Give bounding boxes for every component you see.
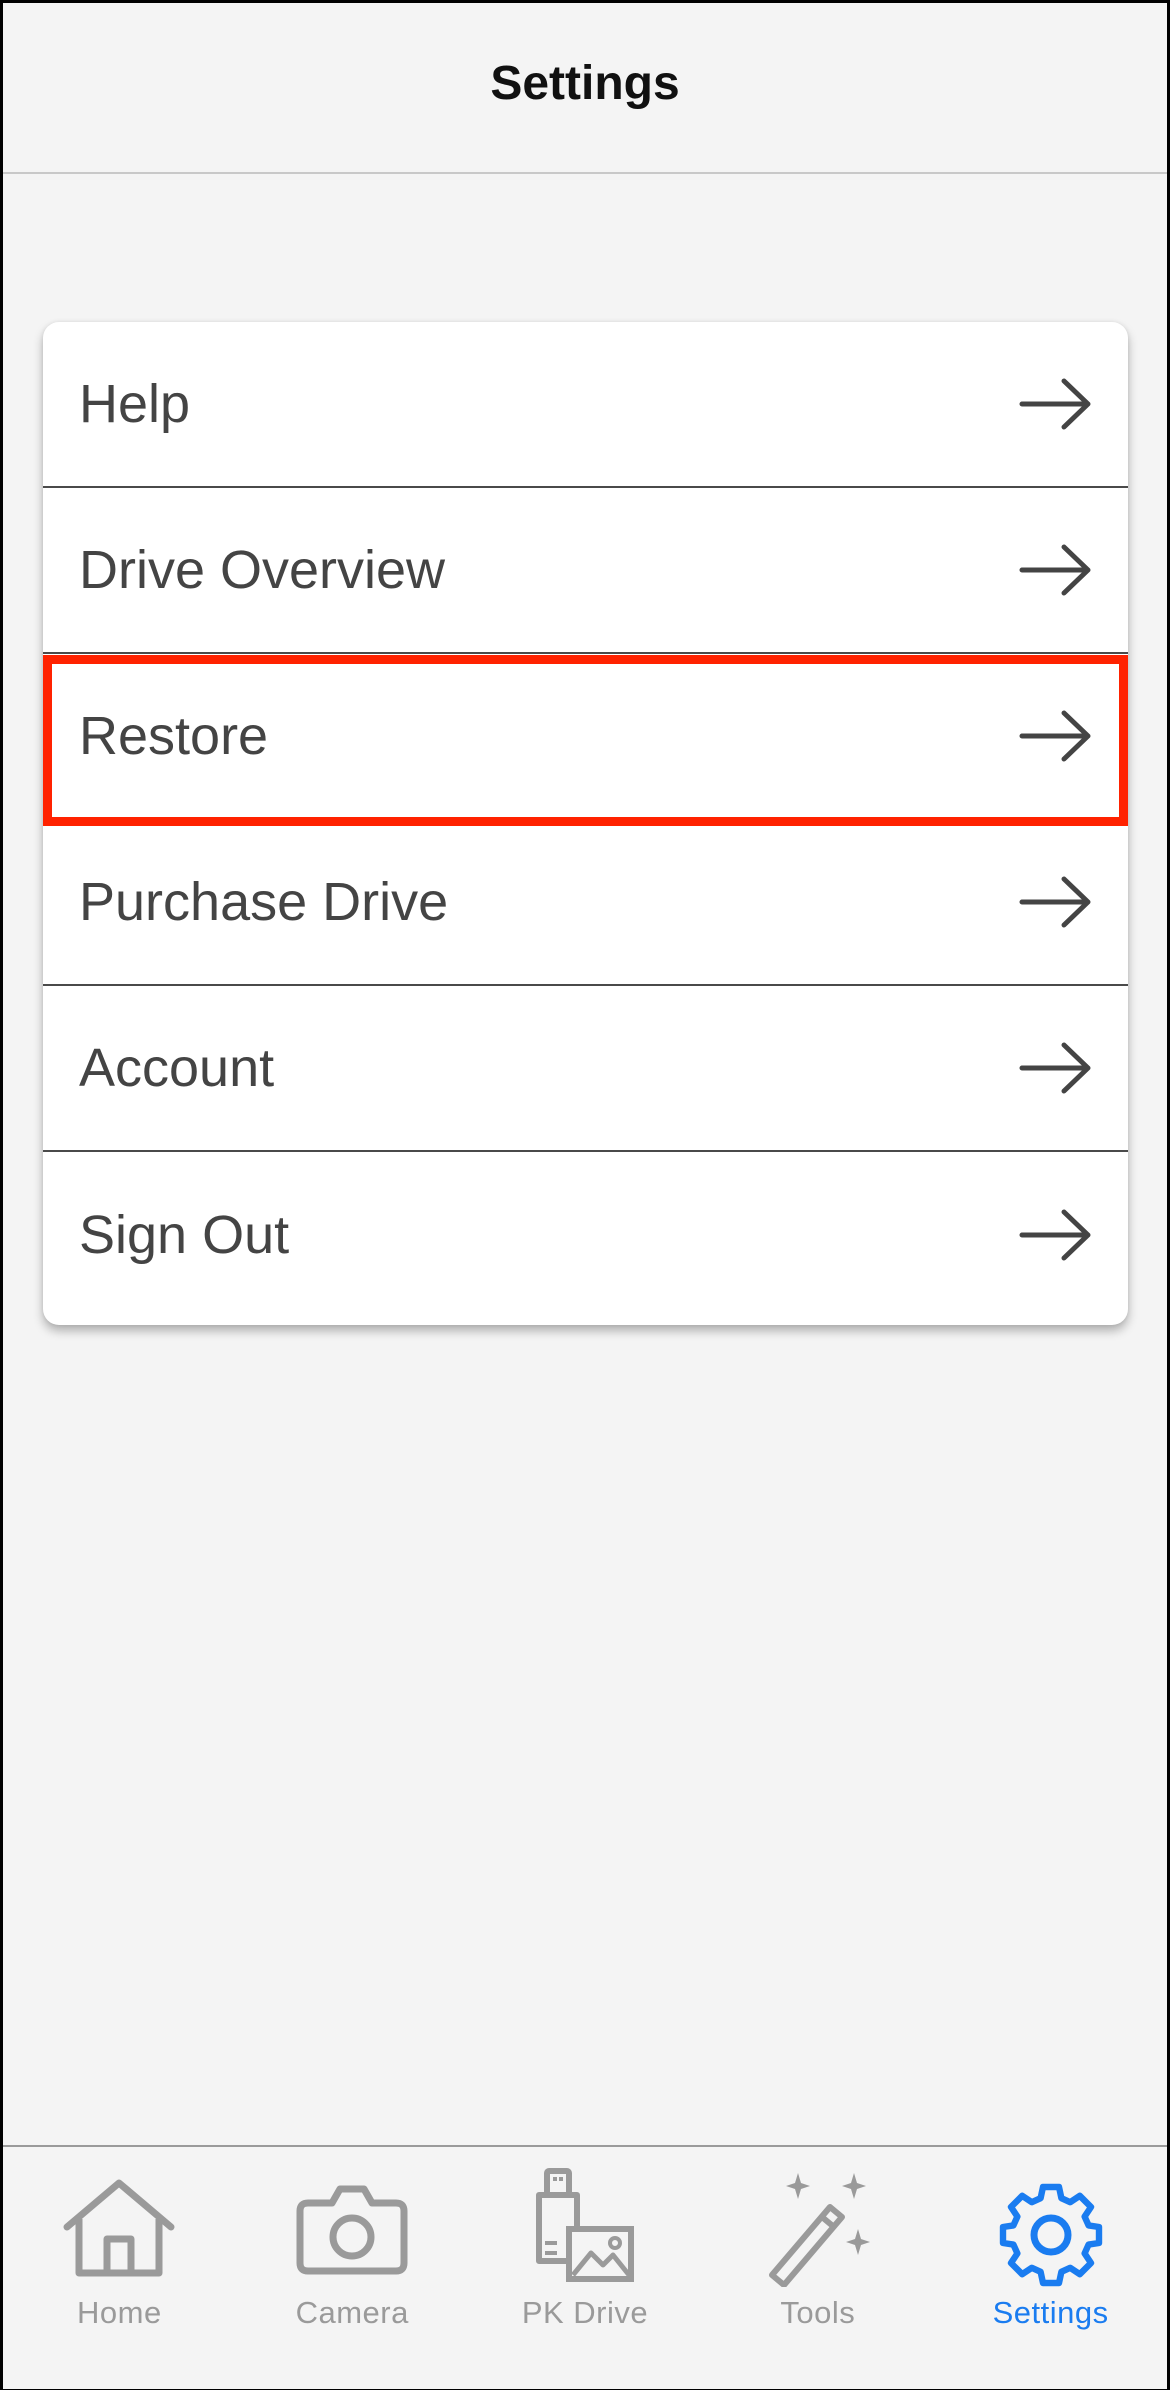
- tab-label: Settings: [992, 2295, 1109, 2330]
- menu-item-purchase-drive[interactable]: Purchase Drive: [43, 820, 1128, 986]
- tab-settings[interactable]: Settings: [934, 2147, 1167, 2389]
- tab-tools[interactable]: Tools: [701, 2147, 934, 2389]
- arrow-right-icon: [1019, 876, 1091, 928]
- tab-bar: Home Camera PK Drive Tools Settings: [3, 2145, 1167, 2389]
- menu-item-label: Purchase Drive: [79, 872, 449, 932]
- menu-item-label: Account: [79, 1038, 275, 1098]
- menu-item-label: Drive Overview: [79, 540, 446, 600]
- navigation-bar: Settings: [3, 3, 1167, 174]
- tab-label: Home: [77, 2295, 162, 2330]
- home-icon: [63, 2179, 175, 2277]
- camera-icon: [296, 2185, 408, 2275]
- menu-item-account[interactable]: Account: [43, 986, 1128, 1152]
- arrow-right-icon: [1019, 1209, 1091, 1261]
- arrow-right-icon: [1019, 378, 1091, 430]
- menu-item-restore[interactable]: Restore: [43, 654, 1128, 820]
- tab-pk-drive[interactable]: PK Drive: [469, 2147, 702, 2389]
- menu-item-label: Sign Out: [79, 1205, 290, 1265]
- page-title: Settings: [490, 57, 680, 110]
- tab-home[interactable]: Home: [3, 2147, 236, 2389]
- arrow-right-icon: [1019, 1042, 1091, 1094]
- menu-item-sign-out[interactable]: Sign Out: [43, 1152, 1128, 1318]
- tab-label: PK Drive: [521, 2295, 649, 2330]
- menu-item-help[interactable]: Help: [43, 322, 1128, 488]
- menu-item-drive-overview[interactable]: Drive Overview: [43, 488, 1128, 654]
- tab-label: Camera: [295, 2295, 409, 2330]
- tab-camera[interactable]: Camera: [236, 2147, 469, 2389]
- gear-icon: [999, 2183, 1102, 2287]
- menu-item-label: Help: [79, 374, 191, 434]
- settings-menu: Help Drive Overview Restore Purchase Dri…: [43, 322, 1128, 1325]
- arrow-right-icon: [1019, 544, 1091, 596]
- menu-item-label: Restore: [79, 706, 269, 766]
- magic-wand-icon: [768, 2173, 870, 2287]
- tab-label: Tools: [780, 2295, 856, 2330]
- arrow-right-icon: [1019, 710, 1091, 762]
- drive-photo-icon: [535, 2168, 634, 2282]
